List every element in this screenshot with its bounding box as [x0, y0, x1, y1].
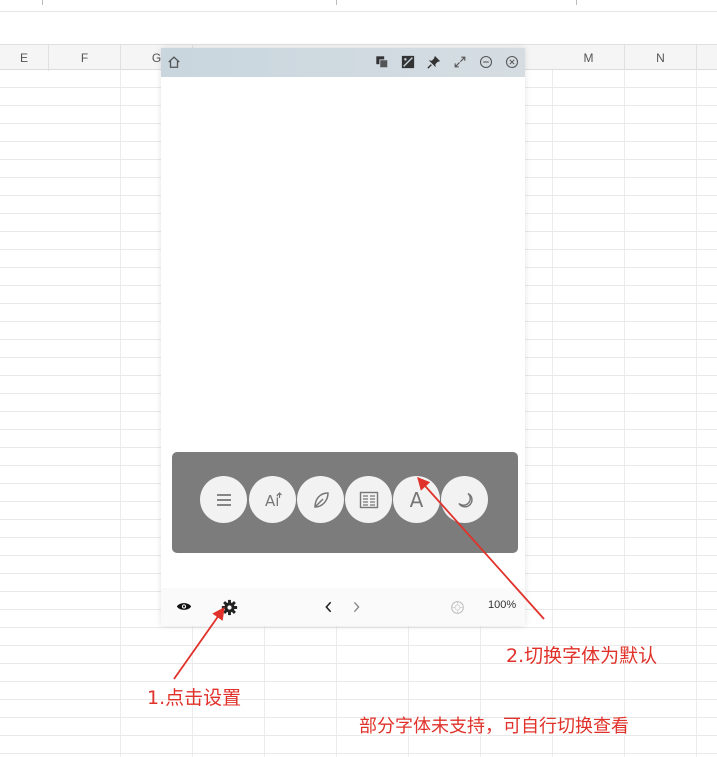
font-size-icon: Ai: [265, 492, 282, 510]
prev-page-icon[interactable]: [321, 599, 335, 615]
annotation-step-2: 2.切换字体为默认: [506, 645, 658, 667]
image-icon[interactable]: [399, 53, 417, 71]
night-mode-button[interactable]: [441, 476, 488, 523]
strip-tick: [42, 0, 43, 5]
formula-strip: [0, 0, 717, 12]
moon-icon: [457, 492, 473, 508]
font-button[interactable]: A: [393, 476, 440, 523]
column-header-m[interactable]: M: [553, 45, 625, 71]
font-size-button[interactable]: Ai: [249, 476, 296, 523]
strip-tick: [576, 0, 577, 5]
menu-icon: [216, 493, 231, 506]
strip-tick: [336, 0, 337, 5]
reader-window: Ai A 100%: [161, 48, 525, 626]
minimize-icon[interactable]: [477, 53, 495, 71]
reader-titlebar[interactable]: [161, 48, 525, 77]
font-icon: A: [409, 487, 424, 512]
pin-icon[interactable]: [425, 53, 443, 71]
zoom-level: 100%: [488, 599, 517, 611]
reader-footer: [161, 588, 525, 626]
annotation-step-1: 1.点击设置: [147, 687, 242, 709]
reader-content-area[interactable]: Ai A: [167, 80, 519, 590]
menu-button[interactable]: [200, 476, 247, 523]
loading-indicator-icon: [448, 598, 466, 616]
settings-gear-icon[interactable]: [219, 597, 239, 617]
layout-icon: [359, 491, 378, 508]
annotation-note: 部分字体未支持，可自行切换查看: [359, 716, 629, 737]
layout-button[interactable]: [345, 476, 392, 523]
copy-icon[interactable]: [373, 53, 391, 71]
column-header-e[interactable]: E: [0, 45, 49, 71]
column-header-f[interactable]: F: [49, 45, 121, 71]
reader-settings-toolbar: Ai A: [172, 452, 518, 553]
close-icon[interactable]: [503, 53, 521, 71]
expand-icon[interactable]: [451, 53, 469, 71]
theme-button[interactable]: [297, 476, 344, 523]
next-page-icon[interactable]: [349, 599, 363, 615]
leaf-icon: [313, 491, 329, 508]
home-icon[interactable]: [165, 53, 183, 71]
column-header-n[interactable]: N: [625, 45, 697, 71]
eye-icon[interactable]: [175, 599, 193, 613]
